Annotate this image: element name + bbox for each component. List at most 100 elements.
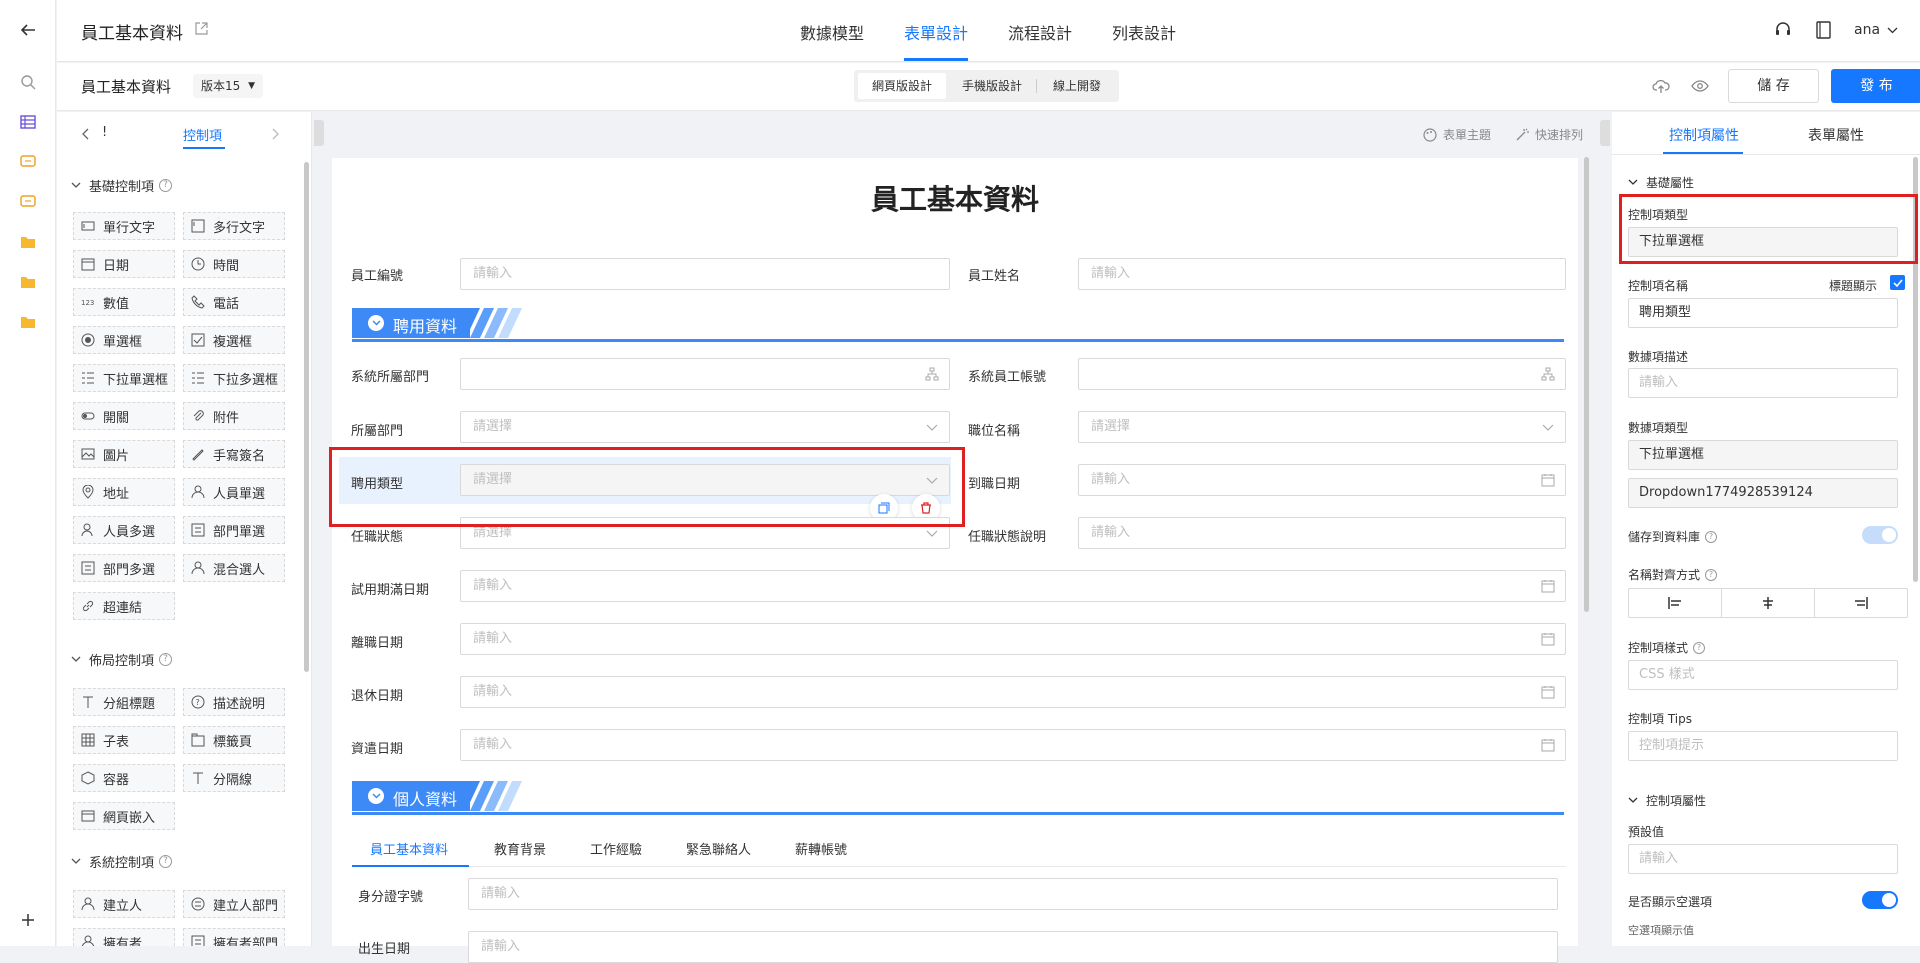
palette-item[interactable]: 擁有者部門: [183, 928, 285, 946]
palette-item[interactable]: 下拉單選框: [73, 364, 175, 392]
palette-item[interactable]: ? 描述說明: [183, 688, 285, 716]
section-banner-hiring[interactable]: 聘用資料: [352, 304, 1564, 342]
palette-item[interactable]: 複選框: [183, 326, 285, 354]
palette-item[interactable]: 混合選人: [183, 554, 285, 582]
select-position[interactable]: 請選擇: [1078, 411, 1566, 443]
ctrl-name-input[interactable]: 聘用類型: [1628, 298, 1898, 328]
help-icon[interactable]: ?: [159, 855, 173, 868]
palette-item[interactable]: 123 數值: [73, 288, 175, 316]
publish-button[interactable]: 發 布: [1831, 69, 1920, 103]
tab-control-props[interactable]: 控制項屬性: [1669, 125, 1739, 145]
palette-section-1[interactable]: 佈局控制項?: [71, 650, 173, 669]
external-link-icon[interactable]: [195, 22, 208, 35]
back-arrow-icon[interactable]: [18, 20, 38, 40]
tab-flow-design[interactable]: 流程設計: [1008, 20, 1072, 44]
align-left-button[interactable]: [1629, 589, 1722, 617]
align-center-button[interactable]: [1722, 589, 1815, 617]
quick-arrange-action[interactable]: 快速排列: [1515, 126, 1583, 143]
chevron-left-icon[interactable]: [82, 128, 90, 140]
palette-item[interactable]: 建立人部門: [183, 890, 285, 918]
tab-list-design[interactable]: 列表設計: [1112, 20, 1176, 44]
palette-item[interactable]: 日期: [73, 250, 175, 278]
version-select[interactable]: 版本15 ▼: [193, 74, 263, 98]
palette-item[interactable]: 單行文字: [73, 212, 175, 240]
props-scrollbar[interactable]: [1913, 157, 1918, 582]
default-input[interactable]: 請輸入: [1628, 844, 1898, 874]
headset-icon[interactable]: [1774, 21, 1792, 39]
palette-item[interactable]: 人員多選: [73, 516, 175, 544]
palette-back-label[interactable]: !: [102, 125, 107, 140]
help-icon[interactable]: ?: [1705, 568, 1718, 581]
folder-icon-3[interactable]: [18, 312, 38, 332]
palette-item[interactable]: 地址: [73, 478, 175, 506]
save-db-toggle[interactable]: [1862, 526, 1898, 544]
help-icon[interactable]: ?: [159, 653, 173, 666]
palette-item[interactable]: 開關: [73, 402, 175, 430]
chevron-down-icon[interactable]: [1887, 27, 1898, 34]
palette-item[interactable]: 多行文字: [183, 212, 285, 240]
palette-item[interactable]: 人員單選: [183, 478, 285, 506]
palette-item[interactable]: 時間: [183, 250, 285, 278]
help-icon[interactable]: ?: [1693, 641, 1706, 654]
palette-item[interactable]: 圖片: [73, 440, 175, 468]
palette-item[interactable]: 容器: [73, 764, 175, 792]
align-right-button[interactable]: [1815, 589, 1907, 617]
input-leave-date[interactable]: 請輸入: [460, 623, 1566, 655]
palette-item[interactable]: 單選框: [73, 326, 175, 354]
palette-item[interactable]: 標籤頁: [183, 726, 285, 754]
input-probation-end[interactable]: 請輸入: [460, 570, 1566, 602]
input-status-desc[interactable]: 請輸入: [1078, 517, 1566, 549]
save-button[interactable]: 儲 存: [1728, 69, 1819, 103]
subtab-payroll[interactable]: 薪轉帳號: [795, 839, 847, 858]
input-emp-name[interactable]: 請輸入: [1078, 258, 1566, 290]
mode-web[interactable]: 網頁版設計: [858, 73, 946, 99]
user-name[interactable]: ana: [1854, 22, 1880, 38]
subtab-basic[interactable]: 員工基本資料: [370, 839, 448, 858]
add-icon[interactable]: [18, 910, 38, 930]
canvas-scrollbar[interactable]: [1584, 157, 1589, 612]
palette-scrollbar[interactable]: [304, 162, 309, 672]
mode-online-dev[interactable]: 線上開發: [1038, 73, 1116, 99]
basic-props-header[interactable]: 基礎屬性: [1628, 174, 1694, 191]
chat-icon[interactable]: [18, 152, 38, 172]
select-dept[interactable]: 請選擇: [460, 411, 950, 443]
mode-mobile[interactable]: 手機版設計: [948, 73, 1036, 99]
collapse-right-handle[interactable]: [1600, 120, 1610, 146]
input-id-no[interactable]: 請輸入: [468, 878, 1558, 910]
input-sys-dept[interactable]: [460, 358, 950, 390]
subtab-emergency[interactable]: 緊急聯絡人: [686, 839, 751, 858]
input-emp-no[interactable]: 請輸入: [460, 258, 950, 290]
ctrl-attr-header[interactable]: 控制項屬性: [1628, 792, 1706, 809]
form-theme-action[interactable]: 表單主題: [1423, 126, 1491, 143]
subtab-education[interactable]: 教育背景: [494, 839, 546, 858]
subtab-work[interactable]: 工作經驗: [590, 839, 642, 858]
palette-item[interactable]: 擁有者: [73, 928, 175, 946]
folder-icon[interactable]: [18, 232, 38, 252]
input-sys-account[interactable]: [1078, 358, 1566, 390]
palette-item[interactable]: 網頁嵌入: [73, 802, 175, 830]
style-input[interactable]: CSS 樣式: [1628, 660, 1898, 690]
palette-item[interactable]: 子表: [73, 726, 175, 754]
select-status[interactable]: 請選擇: [460, 517, 950, 549]
input-seniority-date[interactable]: 請輸入: [460, 729, 1566, 761]
preview-eye-icon[interactable]: [1691, 79, 1709, 93]
chevron-right-icon[interactable]: [271, 128, 279, 140]
collapse-left-handle[interactable]: [314, 120, 324, 146]
palette-item[interactable]: 下拉多選框: [183, 364, 285, 392]
desc-input[interactable]: 請輸入: [1628, 368, 1898, 398]
palette-item[interactable]: 分組標題: [73, 688, 175, 716]
select-hire-type[interactable]: 請選擇: [460, 464, 950, 496]
collapse-circle-icon[interactable]: [368, 788, 384, 804]
palette-item[interactable]: 建立人: [73, 890, 175, 918]
palette-item[interactable]: 分隔線: [183, 764, 285, 792]
help-icon[interactable]: ?: [1705, 530, 1718, 543]
palette-item[interactable]: 部門多選: [73, 554, 175, 582]
table-icon[interactable]: [18, 112, 38, 132]
chat-icon-2[interactable]: [18, 192, 38, 212]
palette-item[interactable]: 部門單選: [183, 516, 285, 544]
input-join-date[interactable]: 請輸入: [1078, 464, 1566, 496]
palette-item[interactable]: 附件: [183, 402, 285, 430]
palette-item[interactable]: 手寫簽名: [183, 440, 285, 468]
palette-tab-controls[interactable]: 控制項: [183, 125, 222, 144]
tab-form-design[interactable]: 表單設計: [904, 20, 968, 44]
